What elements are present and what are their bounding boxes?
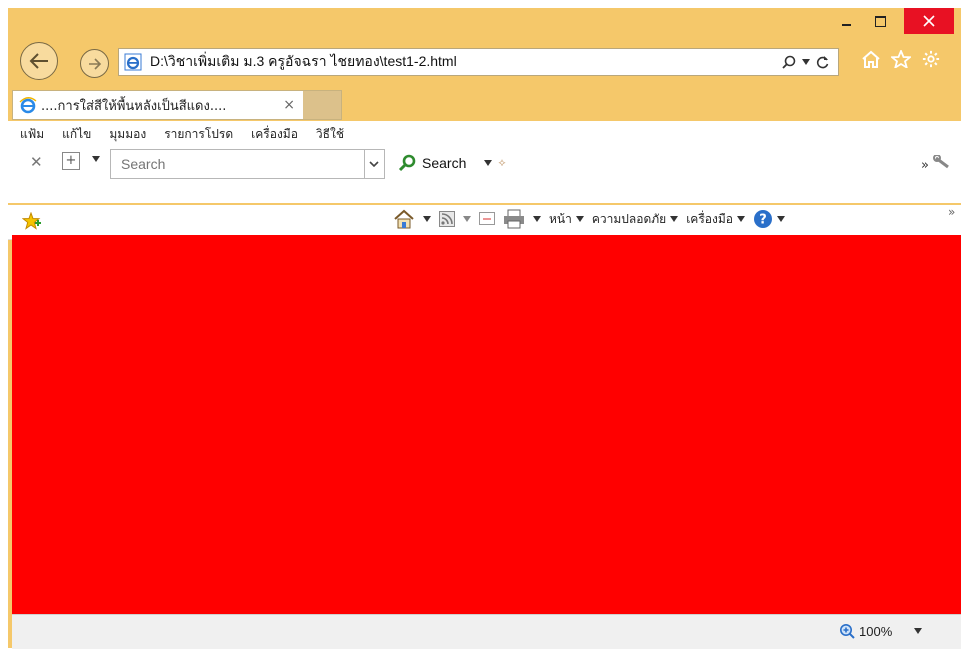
page-menu[interactable]: หน้า: [549, 210, 584, 229]
home-dropdown-icon[interactable]: [423, 216, 431, 222]
forward-button[interactable]: [80, 49, 109, 78]
title-bar: [8, 8, 961, 38]
search-input[interactable]: [119, 155, 343, 173]
tab-title: ....การใส่สีให้พื้นหลังเป็นสีแดง....: [41, 98, 227, 114]
chevron-down-icon: [369, 161, 379, 167]
menu-edit[interactable]: แก้ไข: [62, 125, 91, 144]
search-button-label: Search: [422, 155, 467, 171]
close-window-button[interactable]: [904, 8, 954, 34]
refresh-icon[interactable]: [816, 55, 830, 69]
help-menu[interactable]: ?: [753, 209, 785, 229]
zoom-icon: [840, 624, 855, 639]
back-arrow-icon: [29, 53, 48, 69]
search-dropdown-button[interactable]: [364, 149, 385, 179]
toolbar-more-button[interactable]: »: [921, 154, 953, 173]
menu-help[interactable]: วิธีใช้: [316, 125, 344, 144]
back-button[interactable]: [20, 42, 58, 80]
print-dropdown-icon[interactable]: [533, 216, 541, 222]
address-dropdown-icon[interactable]: [802, 59, 810, 65]
search-icon[interactable]: [782, 55, 796, 69]
zoom-dropdown-icon[interactable]: [914, 628, 923, 634]
close-toolbar-icon[interactable]: ✕: [30, 153, 43, 171]
tab-active[interactable]: ....การใส่สีให้พื้นหลังเป็นสีแดง.... ×: [12, 90, 304, 120]
command-bar-more-button[interactable]: »: [948, 205, 955, 219]
close-icon: [923, 15, 935, 27]
search-toolbar: ✕ + Search ⟡ »: [8, 147, 961, 203]
page-content: [12, 235, 961, 614]
search-icon: [398, 154, 416, 172]
toolbar-dropdown-icon[interactable]: [92, 156, 100, 162]
add-favorites-icon[interactable]: [22, 212, 42, 230]
svg-text:?: ?: [759, 213, 767, 228]
feed-dropdown-icon[interactable]: [463, 216, 471, 222]
new-tab-button[interactable]: [303, 90, 342, 120]
menu-file[interactable]: แฟ้ม: [20, 125, 44, 144]
gear-icon[interactable]: [921, 50, 941, 68]
navigation-bar: D:\วิชาเพิ่มเติม ม.3 ครูอัจฉรา ไชยทอง\te…: [8, 42, 961, 80]
maximize-button[interactable]: [866, 8, 894, 34]
menu-view[interactable]: มุมมอง: [109, 125, 146, 144]
status-bar: 100%: [12, 614, 961, 649]
tools-menu[interactable]: เครื่องมือ: [686, 210, 745, 229]
address-bar[interactable]: D:\วิชาเพิ่มเติม ม.3 ครูอัจฉรา ไชยทอง\te…: [118, 48, 839, 76]
zoom-control[interactable]: 100%: [839, 623, 923, 639]
menu-tools[interactable]: เครื่องมือ: [251, 125, 298, 144]
home-icon[interactable]: [861, 50, 881, 68]
tab-close-button[interactable]: ×: [283, 97, 295, 113]
search-field[interactable]: [110, 149, 365, 179]
feed-icon[interactable]: [439, 211, 455, 227]
wrench-icon: [933, 154, 950, 169]
ie-logo-icon: [19, 97, 37, 114]
search-options-icon[interactable]: [484, 160, 493, 166]
help-icon: ?: [753, 210, 772, 228]
menu-bar: แฟ้ม แก้ไข มุมมอง รายการโปรด เครื่องมือ …: [8, 121, 961, 147]
menu-favorites[interactable]: รายการโปรด: [164, 125, 233, 144]
tab-bar: ....การใส่สีให้พื้นหลังเป็นสีแดง.... ×: [8, 88, 961, 120]
safety-menu[interactable]: ความปลอดภัย: [592, 210, 679, 229]
minimize-button[interactable]: [832, 8, 860, 34]
forward-arrow-icon: [88, 57, 101, 70]
ie-page-icon: [124, 53, 142, 71]
mail-icon[interactable]: [479, 212, 495, 226]
search-button[interactable]: Search ⟡: [398, 149, 506, 177]
toolbar-separator-icon: ⟡: [498, 156, 506, 169]
add-search-icon[interactable]: +: [62, 152, 80, 170]
home-icon[interactable]: [393, 209, 415, 229]
address-text: D:\วิชาเพิ่มเติม ม.3 ครูอัจฉรา ไชยทอง\te…: [150, 53, 457, 69]
print-icon[interactable]: [503, 209, 525, 229]
zoom-level: 100%: [859, 623, 893, 639]
star-icon[interactable]: [891, 50, 911, 68]
